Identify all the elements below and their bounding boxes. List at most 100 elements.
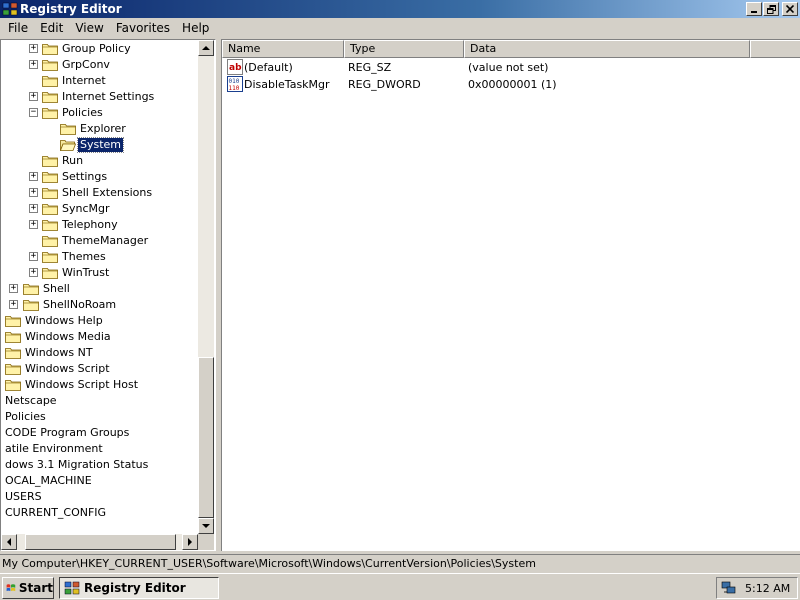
svg-text:010: 010 bbox=[229, 78, 240, 85]
tree-node[interactable]: USERS bbox=[1, 489, 215, 505]
expand-node-button[interactable]: + bbox=[29, 252, 38, 261]
scroll-down-button[interactable] bbox=[198, 518, 214, 534]
value-data: 0x00000001 (1) bbox=[468, 78, 557, 91]
folder-icon bbox=[42, 204, 58, 215]
expand-node-button[interactable]: + bbox=[29, 44, 38, 53]
tree-node[interactable]: Netscape bbox=[1, 393, 215, 409]
tree-node[interactable]: + ShellNoRoam bbox=[1, 297, 215, 313]
scroll-thumb-horizontal[interactable] bbox=[25, 534, 176, 550]
values-list-pane[interactable]: Name Type Data ab (Default) REG_SZ (valu… bbox=[221, 39, 800, 551]
expand-node-button[interactable]: + bbox=[9, 284, 18, 293]
menu-view[interactable]: View bbox=[69, 21, 109, 35]
tree-node[interactable]: + Telephony bbox=[1, 217, 215, 233]
tree-node[interactable]: System bbox=[1, 137, 215, 153]
expand-node-button[interactable]: + bbox=[9, 300, 18, 309]
tree-node[interactable]: Internet bbox=[1, 73, 215, 89]
tree-node[interactable]: Run bbox=[1, 153, 215, 169]
tree-node[interactable]: Windows NT bbox=[1, 345, 215, 361]
value-name: DisableTaskMgr bbox=[244, 78, 330, 91]
scroll-left-button[interactable] bbox=[1, 534, 17, 550]
tree-node-label: GrpConv bbox=[62, 58, 110, 71]
expand-node-button[interactable]: + bbox=[29, 60, 38, 69]
column-header-name[interactable]: Name bbox=[222, 40, 344, 58]
tree-node[interactable]: Windows Script Host bbox=[1, 377, 215, 393]
tree-node[interactable]: Explorer bbox=[1, 121, 215, 137]
tree-node[interactable]: atile Environment bbox=[1, 441, 215, 457]
arrow-right-icon bbox=[188, 538, 192, 546]
folder-icon bbox=[60, 124, 76, 135]
tree-node[interactable]: Windows Media bbox=[1, 329, 215, 345]
tree-node-label: USERS bbox=[5, 490, 42, 503]
tree-node[interactable]: Windows Help bbox=[1, 313, 215, 329]
registry-editor-icon bbox=[2, 2, 18, 16]
scroll-thumb[interactable] bbox=[198, 357, 214, 518]
window-title: Registry Editor bbox=[20, 2, 122, 16]
value-row[interactable]: 010 110 DisableTaskMgr REG_DWORD 0x00000… bbox=[222, 76, 782, 93]
folder-icon bbox=[42, 220, 58, 231]
expand-node-button[interactable]: + bbox=[29, 188, 38, 197]
tree-node-label: Windows NT bbox=[25, 346, 93, 359]
tree-node-label: atile Environment bbox=[5, 442, 103, 455]
tree-horizontal-scrollbar[interactable] bbox=[1, 534, 198, 550]
close-button[interactable] bbox=[782, 2, 798, 16]
value-row[interactable]: ab (Default) REG_SZ (value not set) bbox=[222, 59, 782, 76]
menu-edit[interactable]: Edit bbox=[34, 21, 69, 35]
taskbar-task-label: Registry Editor bbox=[84, 581, 186, 595]
start-button[interactable]: Start bbox=[2, 577, 54, 599]
tree-node[interactable]: dows 3.1 Migration Status bbox=[1, 457, 215, 473]
tree-node-label: Shell Extensions bbox=[62, 186, 153, 199]
folder-icon bbox=[5, 364, 21, 375]
tree-node[interactable]: − Policies bbox=[1, 105, 215, 121]
folder-icon bbox=[42, 236, 58, 247]
tree-node[interactable]: Policies bbox=[1, 409, 215, 425]
tree-node[interactable]: + Shell bbox=[1, 281, 215, 297]
tree-node[interactable]: + Themes bbox=[1, 249, 215, 265]
tree-node-label: Settings bbox=[62, 170, 108, 183]
tree-node[interactable]: ThemeManager bbox=[1, 233, 215, 249]
tree-node[interactable]: + Settings bbox=[1, 169, 215, 185]
tree-node[interactable]: CODE Program Groups bbox=[1, 425, 215, 441]
expand-node-button[interactable]: + bbox=[29, 268, 38, 277]
tree-node-label: Run bbox=[62, 154, 84, 167]
folder-open-icon bbox=[60, 140, 76, 151]
tree-node[interactable]: + Internet Settings bbox=[1, 89, 215, 105]
value-type: REG_SZ bbox=[348, 61, 392, 74]
tree-node[interactable]: + GrpConv bbox=[1, 57, 215, 73]
tree-node[interactable]: CURRENT_CONFIG bbox=[1, 505, 215, 521]
arrow-up-icon bbox=[202, 46, 210, 50]
tree-node[interactable]: + SyncMgr bbox=[1, 201, 215, 217]
tree-vertical-scrollbar[interactable] bbox=[198, 40, 214, 534]
scroll-right-button[interactable] bbox=[182, 534, 198, 550]
status-bar: My Computer\HKEY_CURRENT_USER\Software\M… bbox=[0, 554, 800, 572]
network-icon[interactable] bbox=[721, 580, 737, 596]
expand-node-button[interactable]: + bbox=[29, 204, 38, 213]
tree-node[interactable]: + WinTrust bbox=[1, 265, 215, 281]
tree-node[interactable]: OCAL_MACHINE bbox=[1, 473, 215, 489]
restore-button[interactable] bbox=[763, 2, 779, 16]
key-tree-pane[interactable]: + Group Policy + GrpConv Internet + Internet S… bbox=[0, 39, 216, 551]
expand-node-button[interactable]: + bbox=[29, 172, 38, 181]
menu-favorites[interactable]: Favorites bbox=[110, 21, 176, 35]
tree-node-label: Themes bbox=[62, 250, 106, 263]
tree-node-label: Shell bbox=[43, 282, 70, 295]
tree-node[interactable]: Windows Script bbox=[1, 361, 215, 377]
menu-file[interactable]: File bbox=[2, 21, 34, 35]
clock[interactable]: 5:12 AM bbox=[745, 582, 790, 595]
restore-icon bbox=[766, 4, 776, 14]
column-header-type[interactable]: Type bbox=[344, 40, 464, 58]
tree-node-label: ThemeManager bbox=[62, 234, 149, 247]
title-bar[interactable]: Registry Editor bbox=[0, 0, 800, 18]
tree-node-label: Windows Script bbox=[25, 362, 110, 375]
minimize-button[interactable] bbox=[746, 2, 762, 16]
column-header-data[interactable]: Data bbox=[464, 40, 750, 58]
scroll-up-button[interactable] bbox=[198, 40, 214, 56]
menu-help[interactable]: Help bbox=[176, 21, 215, 35]
string-value-icon: ab bbox=[227, 59, 243, 75]
taskbar-registry-editor-button[interactable]: Registry Editor bbox=[59, 577, 219, 599]
expand-node-button[interactable]: + bbox=[29, 92, 38, 101]
expand-node-button[interactable]: + bbox=[29, 220, 38, 229]
tree-node[interactable]: + Group Policy bbox=[1, 41, 215, 57]
tree-node[interactable]: + Shell Extensions bbox=[1, 185, 215, 201]
tree-node-label: Telephony bbox=[62, 218, 118, 231]
collapse-node-button[interactable]: − bbox=[29, 108, 38, 117]
